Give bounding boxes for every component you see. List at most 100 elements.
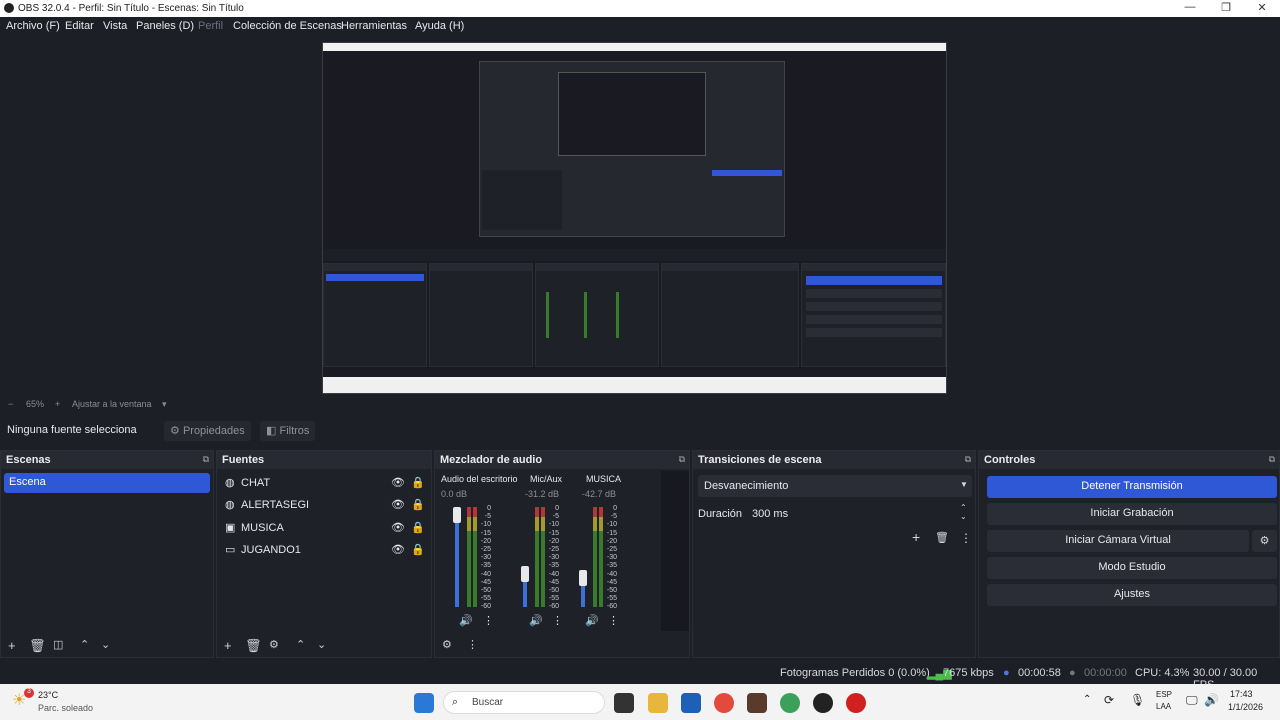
obs-taskbar-icon[interactable] — [813, 693, 833, 713]
channel-menu-icon[interactable]: ⋮ — [483, 614, 494, 627]
task-view-icon[interactable] — [614, 693, 634, 713]
clock-time[interactable]: 17:43 — [1230, 689, 1253, 699]
weather-badge: 3 — [24, 688, 34, 698]
store-icon[interactable] — [681, 693, 701, 713]
app-icon[interactable] — [747, 693, 767, 713]
menu-coleccion-escenas[interactable]: Colección de Escenas — [233, 20, 342, 32]
scene-item[interactable]: Escena — [4, 473, 210, 493]
tray-sync-icon[interactable]: ⟳ — [1104, 693, 1114, 707]
source-settings-icon[interactable]: ⚙ — [269, 638, 279, 651]
visibility-eye-icon[interactable]: 👁 — [391, 476, 405, 489]
chrome-profile-icon[interactable] — [780, 693, 800, 713]
move-down-icon[interactable]: ⌄ — [317, 638, 326, 651]
zoom-out-button[interactable]: − — [8, 399, 13, 409]
db-scale: 0 -5 -10 -15 -20 -25 -30 -35 -40 -45 -50 -55 -60 — [480, 505, 491, 611]
float-dock-icon[interactable]: ⧉ — [203, 454, 209, 465]
menu-herramientas[interactable]: Herramientas — [341, 20, 407, 32]
menu-archivo[interactable]: Archivo (F) — [6, 20, 60, 32]
scene-filters-icon[interactable]: ◫ — [53, 638, 63, 651]
maximize-button[interactable]: ❐ — [1216, 1, 1236, 14]
spin-down-icon[interactable]: ⌄ — [960, 512, 967, 521]
virtual-camera-settings-icon[interactable]: ⚙ — [1252, 530, 1277, 552]
visibility-eye-icon[interactable]: 👁 — [391, 543, 405, 556]
minimize-button[interactable]: — — [1180, 1, 1200, 13]
window-titlebar: OBS 32.0.4 - Perfil: Sin Título - Escena… — [0, 0, 1280, 17]
source-item[interactable]: ▭ JUGANDO1 👁 🔒 — [223, 541, 425, 561]
float-dock-icon[interactable]: ⧉ — [1269, 454, 1275, 465]
float-dock-icon[interactable]: ⧉ — [679, 454, 685, 465]
transition-menu-icon[interactable]: ⋮ — [960, 531, 972, 545]
lock-icon[interactable]: 🔒 — [411, 543, 425, 556]
windows-start-icon[interactable] — [414, 693, 434, 713]
transition-selected: Desvanecimiento — [704, 480, 789, 492]
add-source-icon[interactable]: + — [224, 638, 232, 653]
add-transition-icon[interactable]: + — [912, 529, 920, 545]
visibility-eye-icon[interactable]: 👁 — [391, 521, 405, 534]
close-button[interactable]: ✕ — [1252, 1, 1272, 14]
windows-taskbar: ☀ 3 23°C Parc. soleado ⌕ Buscar ⌃ ⟳ 🎙 ES… — [0, 684, 1280, 720]
properties-button[interactable]: ⚙ Propiedades — [164, 421, 251, 441]
mixer-scroll-area — [661, 471, 689, 631]
start-virtual-camera-button[interactable]: Iniciar Cámara Virtual — [987, 530, 1249, 552]
menu-perfil[interactable]: Perfil — [198, 20, 223, 32]
network-icon[interactable]: 🖵 — [1186, 693, 1198, 708]
source-item[interactable]: ◍ ALERTASEGI 👁 🔒 — [223, 496, 425, 516]
file-explorer-icon[interactable] — [648, 693, 668, 713]
move-up-icon[interactable]: ⌃ — [296, 638, 305, 651]
chrome-icon[interactable] — [714, 693, 734, 713]
lock-icon[interactable]: 🔒 — [411, 521, 425, 534]
level-meter — [535, 507, 539, 607]
zoom-in-button[interactable]: + — [55, 399, 60, 409]
opera-icon[interactable] — [846, 693, 866, 713]
menu-ayuda[interactable]: Ayuda (H) — [415, 20, 464, 32]
menu-paneles[interactable]: Paneles (D) — [136, 20, 194, 32]
visibility-eye-icon[interactable]: 👁 — [391, 498, 405, 511]
transition-select[interactable]: Desvanecimiento ▼ — [698, 475, 972, 497]
move-up-icon[interactable]: ⌃ — [80, 638, 89, 651]
spin-up-icon[interactable]: ⌃ — [960, 503, 967, 512]
language-top[interactable]: ESP — [1156, 690, 1172, 699]
remove-transition-icon[interactable]: 🗑 — [935, 531, 949, 544]
channel-menu-icon[interactable]: ⋮ — [608, 614, 619, 627]
float-dock-icon[interactable]: ⧉ — [965, 454, 971, 465]
microphone-icon[interactable]: 🎙 — [1130, 693, 1145, 707]
mute-speaker-icon[interactable]: 🔊 — [459, 614, 473, 627]
menu-editar[interactable]: Editar — [65, 20, 94, 32]
move-down-icon[interactable]: ⌄ — [101, 638, 110, 651]
duration-spinbox[interactable]: 300 ms ⌃ ⌄ — [746, 503, 972, 525]
sources-footer: + 🗑 ⚙ ⌃ ⌄ — [217, 635, 431, 657]
volume-knob[interactable] — [521, 566, 529, 582]
lock-icon[interactable]: 🔒 — [411, 498, 425, 511]
remove-source-icon[interactable]: 🗑 — [245, 638, 262, 654]
source-item[interactable]: ◍ CHAT 👁 🔒 — [223, 474, 425, 494]
channel-menu-icon[interactable]: ⋮ — [552, 614, 563, 627]
menu-vista[interactable]: Vista — [103, 20, 127, 32]
bitrate: 7675 kbps — [943, 667, 994, 679]
studio-mode-button[interactable]: Modo Estudio — [987, 557, 1277, 579]
mixer-menu-icon[interactable]: ⋮ — [467, 638, 478, 651]
add-scene-icon[interactable]: + — [8, 638, 16, 653]
source-item[interactable]: ▣ MUSICA 👁 🔒 — [223, 519, 425, 539]
fit-to-window-button[interactable]: Ajustar a la ventana — [72, 399, 152, 409]
filters-label: Filtros — [279, 425, 310, 437]
lock-icon[interactable]: 🔒 — [411, 476, 425, 489]
mute-speaker-icon[interactable]: 🔊 — [585, 614, 599, 627]
volume-knob[interactable] — [453, 507, 461, 523]
volume-knob[interactable] — [579, 570, 587, 586]
display-icon: ▭ — [225, 544, 236, 556]
stop-streaming-button[interactable]: Detener Transmisión — [987, 476, 1277, 498]
clock-date[interactable]: 1/1/2026 — [1228, 702, 1263, 712]
taskbar-search[interactable]: ⌕ Buscar — [443, 691, 605, 714]
settings-button[interactable]: Ajustes — [987, 584, 1277, 606]
chevron-down-icon: ▼ — [960, 480, 968, 489]
start-recording-button[interactable]: Iniciar Grabación — [987, 503, 1277, 525]
zoom-dropdown-icon[interactable]: ▾ — [162, 399, 167, 410]
mute-speaker-icon[interactable]: 🔊 — [529, 614, 543, 627]
program-preview[interactable] — [322, 42, 947, 394]
remove-scene-icon[interactable]: 🗑 — [29, 638, 46, 654]
volume-icon[interactable]: 🔊 — [1204, 693, 1219, 707]
language-bottom[interactable]: LAA — [1156, 702, 1171, 711]
tray-overflow-icon[interactable]: ⌃ — [1083, 694, 1091, 705]
advanced-audio-icon[interactable]: ⚙ — [442, 638, 452, 651]
filters-button[interactable]: ◧ Filtros — [260, 421, 316, 441]
